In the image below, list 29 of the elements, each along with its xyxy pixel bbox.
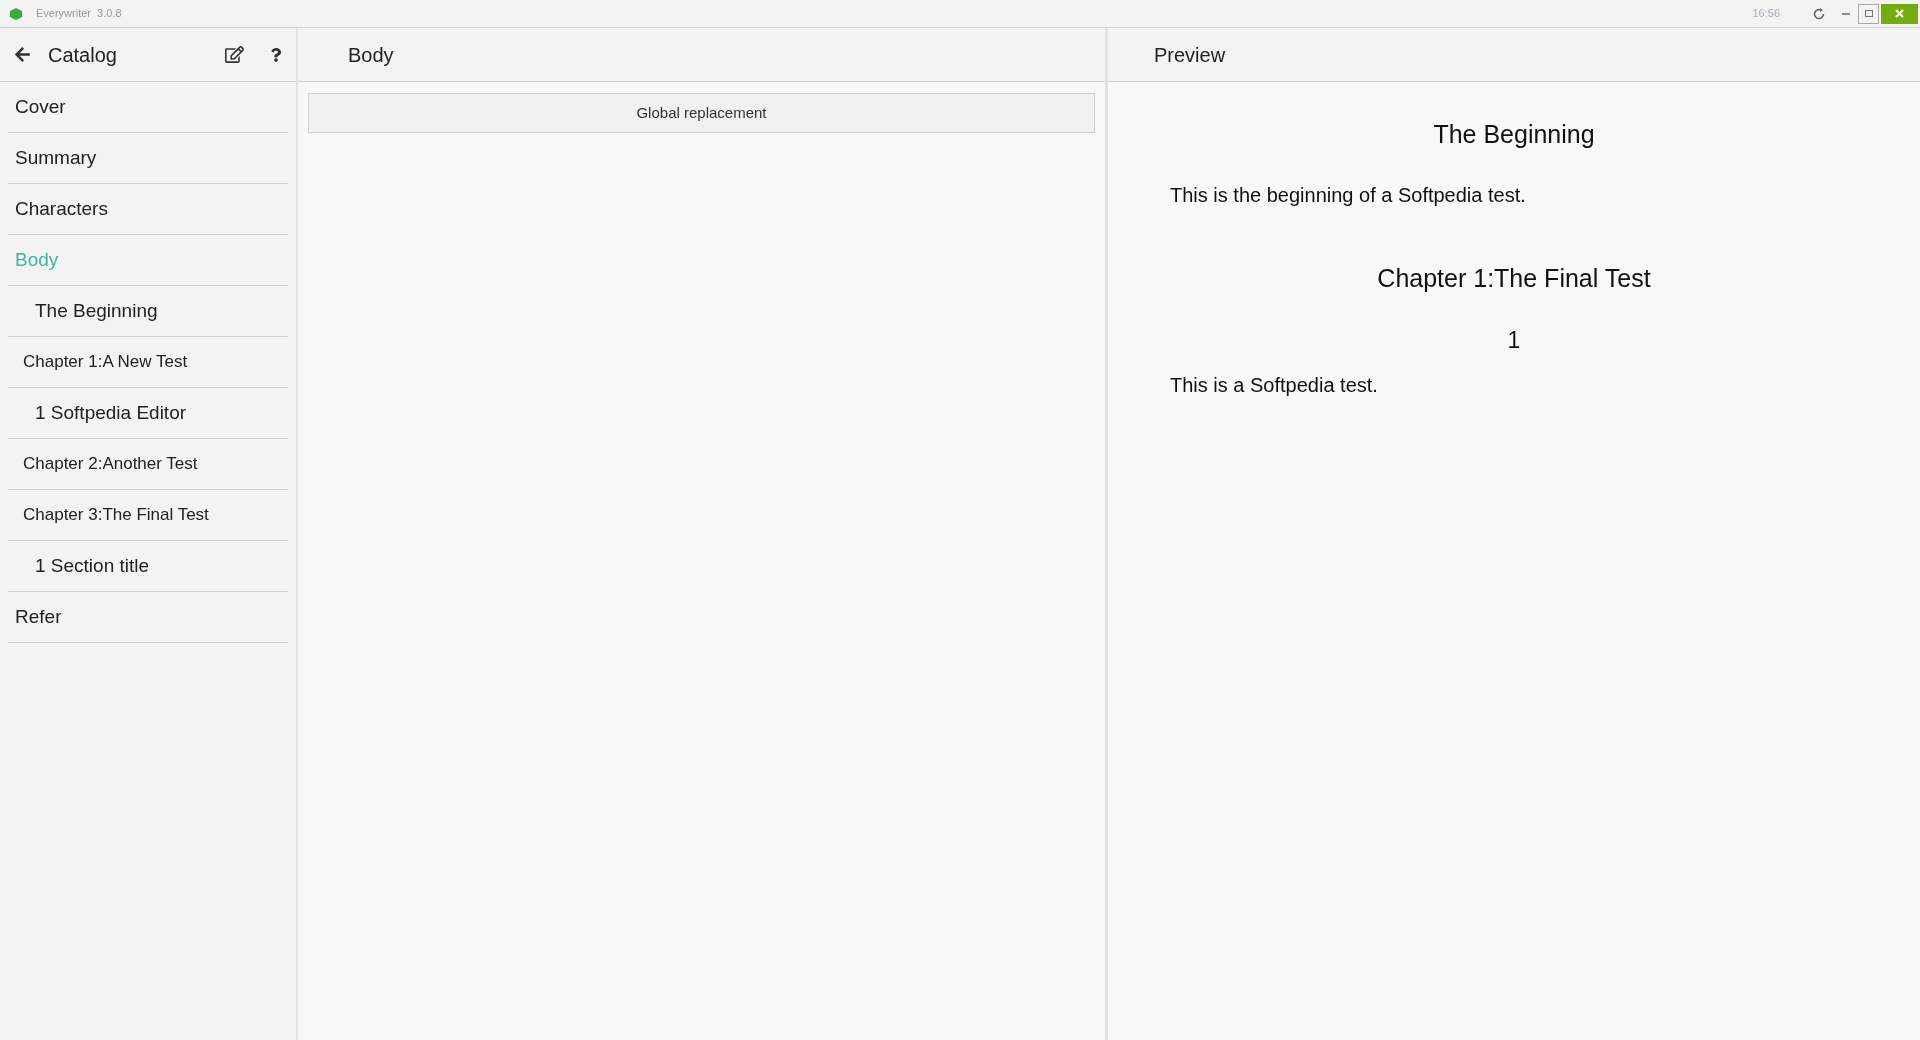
global-replacement-button[interactable]: Global replacement bbox=[308, 93, 1095, 133]
restore-button[interactable] bbox=[1858, 3, 1879, 24]
close-button[interactable] bbox=[1881, 3, 1918, 24]
clock-time: 16:56 bbox=[1752, 6, 1780, 22]
preview-heading: Chapter 1:The Final Test bbox=[1376, 262, 1652, 294]
app-logo-icon bbox=[9, 6, 23, 21]
help-icon[interactable] bbox=[270, 47, 282, 62]
window-title: Everywriter 3.0.8 bbox=[36, 6, 122, 22]
close-icon bbox=[1895, 9, 1904, 18]
preview-paragraph: This is the beginning of a Softpedia test. bbox=[1170, 182, 1527, 208]
catalog-item[interactable]: Chapter 1:A New Test bbox=[8, 337, 288, 388]
catalog-item[interactable]: Refer bbox=[8, 592, 288, 643]
catalog-item[interactable]: 1 Section title bbox=[8, 541, 288, 592]
catalog-item[interactable]: Characters bbox=[8, 184, 288, 235]
section-number: 1 bbox=[1506, 326, 1522, 355]
editor-title: Body bbox=[348, 42, 394, 68]
back-icon[interactable] bbox=[14, 46, 31, 63]
preview-title: Preview bbox=[1154, 42, 1226, 68]
preview-heading: The Beginning bbox=[1432, 119, 1596, 150]
preview-paragraph: This is a Softpedia test. bbox=[1170, 372, 1379, 398]
catalog-item[interactable]: Chapter 3:The Final Test bbox=[8, 490, 288, 541]
refresh-icon[interactable] bbox=[1812, 6, 1826, 21]
edit-icon[interactable] bbox=[225, 45, 244, 64]
catalog-item[interactable]: Summary bbox=[8, 133, 288, 184]
catalog-item[interactable]: Chapter 2:Another Test bbox=[8, 439, 288, 490]
sidebar-title: Catalog bbox=[48, 42, 117, 68]
catalog-item[interactable]: The Beginning bbox=[8, 286, 288, 337]
catalog-item[interactable]: Cover bbox=[8, 82, 288, 133]
catalog-item[interactable]: 1 Softpedia Editor bbox=[8, 388, 288, 439]
